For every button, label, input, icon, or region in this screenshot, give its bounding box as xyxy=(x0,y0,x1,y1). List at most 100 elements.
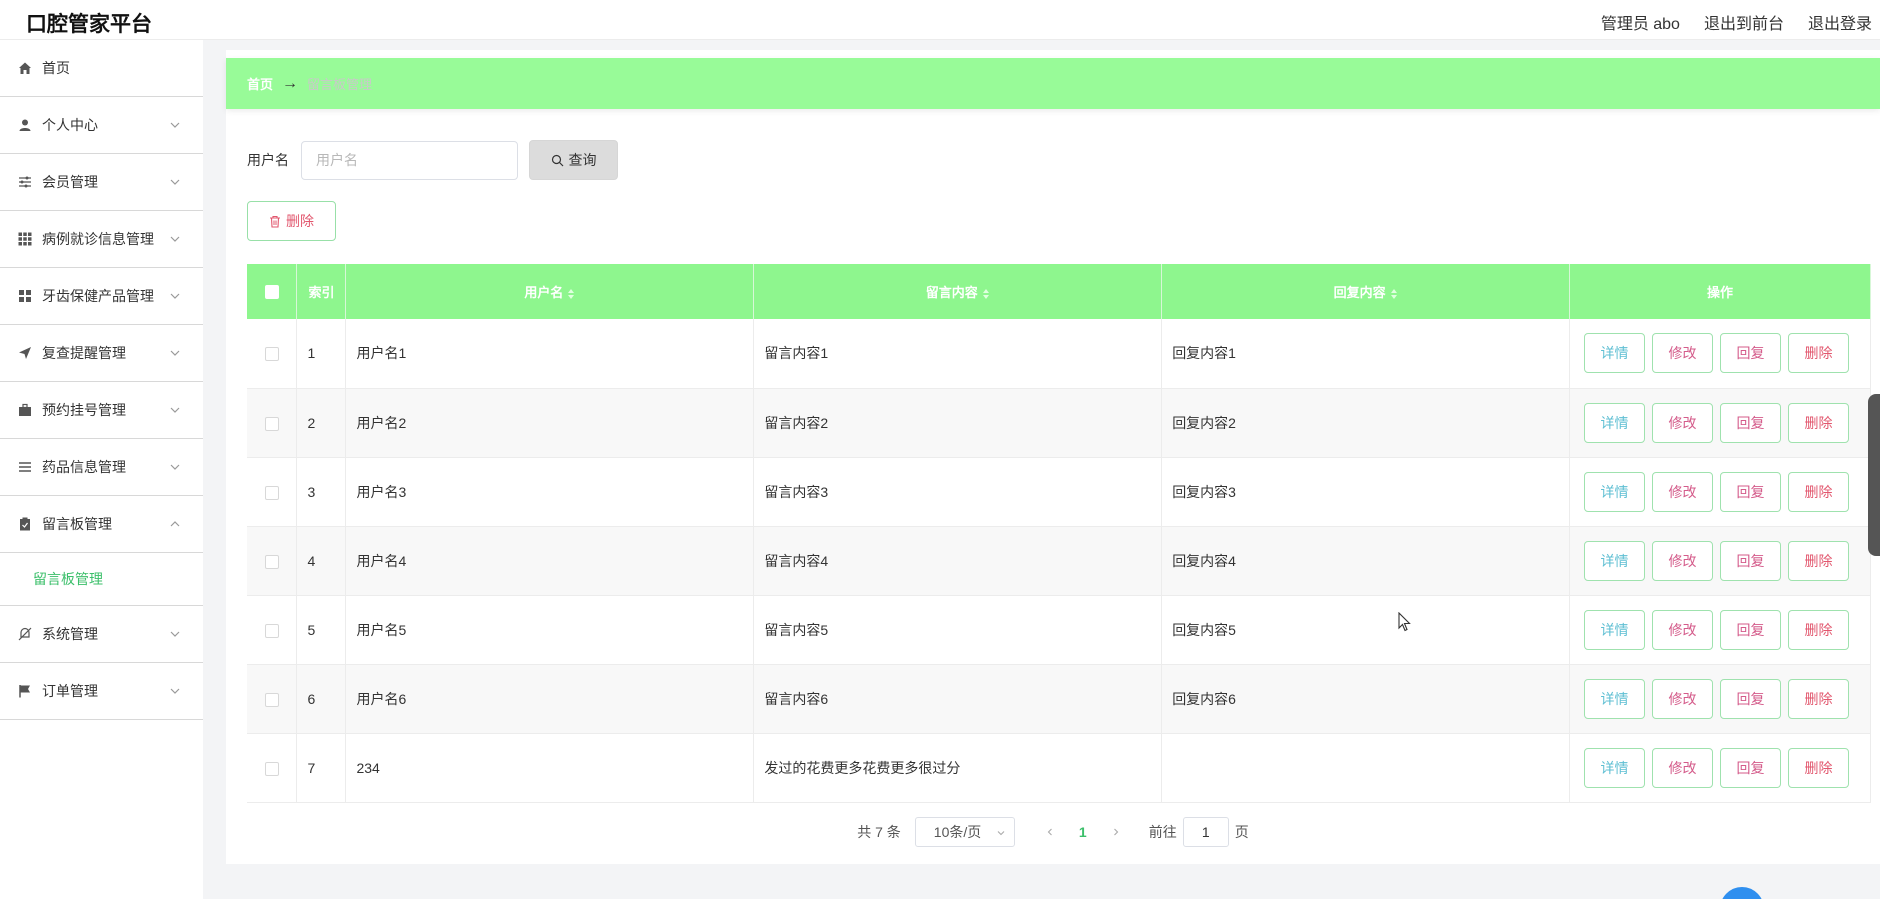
row-checkbox[interactable] xyxy=(264,347,279,362)
cell-ops: 详情 修改 回复 删除 xyxy=(1569,595,1871,665)
breadcrumb-home[interactable]: 首页 xyxy=(247,74,273,93)
row-checkbox[interactable] xyxy=(264,623,279,638)
cell-reply: 回复内容5 xyxy=(1161,595,1571,665)
arrow-right-icon: → xyxy=(282,74,299,92)
flag-icon xyxy=(17,683,33,699)
sidebar-item-label: 病例就诊信息管理 xyxy=(42,231,154,247)
sidebar-item-label: 留言板管理 xyxy=(42,516,112,532)
detail-button[interactable]: 详情 xyxy=(1584,471,1646,512)
search-input[interactable] xyxy=(301,140,518,180)
detail-button[interactable]: 详情 xyxy=(1584,402,1646,443)
search-label: 用户名 xyxy=(247,152,289,168)
delete-button[interactable]: 删除 xyxy=(1788,402,1850,443)
reply-button[interactable]: 回复 xyxy=(1720,747,1782,788)
cell-user: 用户名1 xyxy=(345,319,755,389)
chevron-down-icon xyxy=(170,350,180,356)
apps-icon xyxy=(17,288,33,304)
reply-button[interactable]: 回复 xyxy=(1720,609,1782,650)
delete-button[interactable]: 删除 xyxy=(1788,747,1850,788)
header-user[interactable]: 用户名 xyxy=(345,264,755,319)
sidebar-item-label: 订单管理 xyxy=(42,683,98,699)
cell-user: 用户名6 xyxy=(345,664,755,734)
row-checkbox-cell xyxy=(247,595,298,665)
detail-button[interactable]: 详情 xyxy=(1584,678,1646,719)
front-link[interactable]: 退出到前台 xyxy=(1704,10,1784,34)
cell-index: 6 xyxy=(296,664,347,734)
delete-button[interactable]: 删除 xyxy=(1788,609,1850,650)
query-button[interactable]: 查询 xyxy=(529,140,618,180)
header-reply[interactable]: 回复内容 xyxy=(1161,264,1571,319)
table-row: 6 用户名6 留言内容6 回复内容6 详情 修改 回复 删除 xyxy=(247,664,1871,734)
sidebar-item-message-board[interactable]: 留言板管理 xyxy=(0,496,203,553)
edit-button[interactable]: 修改 xyxy=(1652,333,1714,374)
page-size-select[interactable]: 10条/页 xyxy=(914,817,1015,847)
reply-button[interactable]: 回复 xyxy=(1720,540,1782,581)
goto-label: 前往 xyxy=(1148,824,1177,840)
sidebar-item-recheck-reminders[interactable]: 复查提醒管理 xyxy=(0,325,203,382)
sidebar-item-members[interactable]: 会员管理 xyxy=(0,154,203,211)
edit-button[interactable]: 修改 xyxy=(1652,678,1714,719)
side-drawer-handle[interactable] xyxy=(1868,394,1880,556)
row-checkbox[interactable] xyxy=(264,485,279,500)
cell-reply: 回复内容4 xyxy=(1161,526,1571,596)
row-checkbox[interactable] xyxy=(264,416,279,431)
delete-button[interactable]: 删除 xyxy=(1788,540,1850,581)
edit-button[interactable]: 修改 xyxy=(1652,747,1714,788)
delete-button[interactable]: 删除 xyxy=(1788,333,1850,374)
detail-button[interactable]: 详情 xyxy=(1584,609,1646,650)
edit-button[interactable]: 修改 xyxy=(1652,609,1714,650)
detail-button[interactable]: 详情 xyxy=(1584,747,1646,788)
header-reply-label: 回复内容 xyxy=(1333,285,1386,300)
cell-ops: 详情 修改 回复 删除 xyxy=(1569,526,1871,596)
sidebar-item-label: 会员管理 xyxy=(42,174,98,190)
edit-button[interactable]: 修改 xyxy=(1652,471,1714,512)
chevron-down-icon xyxy=(170,407,180,413)
mouse-cursor-icon xyxy=(1398,612,1411,632)
top-bar: 口腔管家平台 管理员 abo 退出到前台 退出登录 xyxy=(0,0,1880,40)
cell-index: 2 xyxy=(296,388,347,458)
batch-delete-button[interactable]: 删除 xyxy=(247,201,336,241)
delete-button[interactable]: 删除 xyxy=(1788,678,1850,719)
edit-button[interactable]: 修改 xyxy=(1652,540,1714,581)
reply-button[interactable]: 回复 xyxy=(1720,471,1782,512)
delete-button[interactable]: 删除 xyxy=(1788,471,1850,512)
sidebar-item-cases[interactable]: 病例就诊信息管理 xyxy=(0,211,203,268)
pagination-total: 共 7 条 xyxy=(857,824,901,840)
detail-button[interactable]: 详情 xyxy=(1584,333,1646,374)
reply-button[interactable]: 回复 xyxy=(1720,333,1782,374)
row-checkbox[interactable] xyxy=(264,692,279,707)
admin-label: 管理员 abo xyxy=(1600,16,1680,33)
table-row: 2 用户名2 留言内容2 回复内容2 详情 修改 回复 删除 xyxy=(247,388,1871,458)
page-number[interactable]: 1 xyxy=(1063,824,1103,840)
sidebar-item-home[interactable]: 首页 xyxy=(0,40,203,97)
page-suffix: 页 xyxy=(1234,824,1249,840)
header-message[interactable]: 留言内容 xyxy=(753,264,1163,319)
sidebar-item-dental-products[interactable]: 牙齿保健产品管理 xyxy=(0,268,203,325)
logout-link[interactable]: 退出登录 xyxy=(1808,10,1872,34)
floating-action-button[interactable] xyxy=(1720,887,1764,899)
goto-page-input[interactable] xyxy=(1182,817,1229,847)
prev-page-button[interactable] xyxy=(1037,824,1063,840)
reply-button[interactable]: 回复 xyxy=(1720,678,1782,719)
cell-index: 4 xyxy=(296,526,347,596)
sidebar-item-appointments[interactable]: 预约挂号管理 xyxy=(0,382,203,439)
reply-button[interactable]: 回复 xyxy=(1720,402,1782,443)
sidebar-item-medicines[interactable]: 药品信息管理 xyxy=(0,439,203,496)
select-all-checkbox[interactable] xyxy=(264,285,279,300)
sidebar-item-system[interactable]: 系统管理 xyxy=(0,606,203,663)
cell-user: 用户名5 xyxy=(345,595,755,665)
sidebar-item-personal-center[interactable]: 个人中心 xyxy=(0,97,203,154)
next-page-button[interactable] xyxy=(1103,824,1129,840)
send-icon xyxy=(17,345,33,361)
cell-message: 留言内容4 xyxy=(753,526,1163,596)
search-row: 用户名 查询 xyxy=(247,140,618,180)
sliders-icon xyxy=(17,174,33,190)
chevron-down-icon xyxy=(170,179,180,185)
sidebar-item-label: 预约挂号管理 xyxy=(42,402,126,418)
row-checkbox[interactable] xyxy=(264,554,279,569)
edit-button[interactable]: 修改 xyxy=(1652,402,1714,443)
sidebar-item-orders[interactable]: 订单管理 xyxy=(0,663,203,720)
sidebar-subitem-message-board[interactable]: 留言板管理 xyxy=(0,553,203,606)
row-checkbox[interactable] xyxy=(264,761,279,776)
detail-button[interactable]: 详情 xyxy=(1584,540,1646,581)
